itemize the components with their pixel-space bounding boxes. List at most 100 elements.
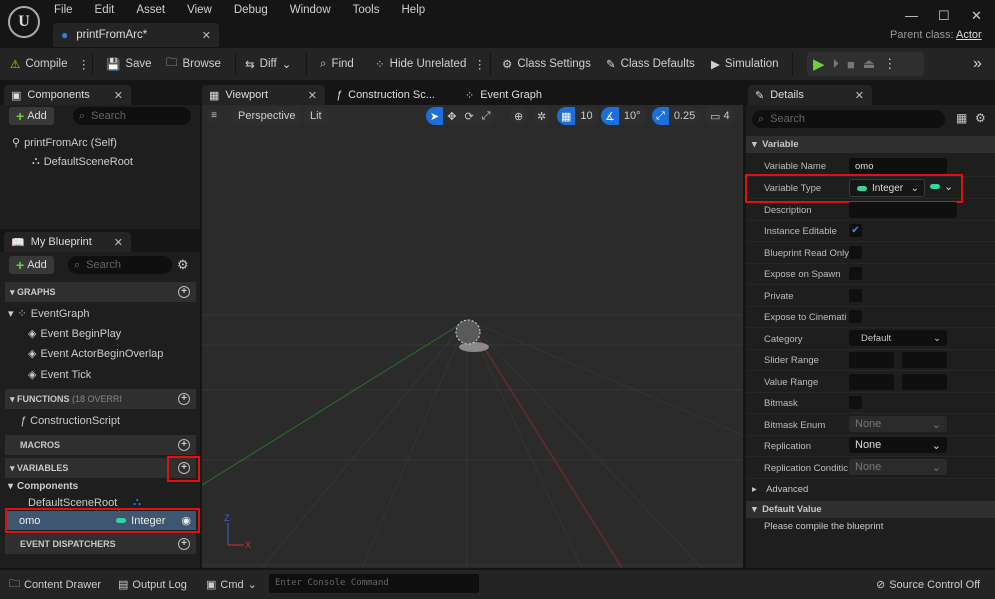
select-icon[interactable]: ➤ [426,107,444,125]
expose-to-cinematics-checkbox[interactable] [849,310,862,323]
event-graph-item[interactable]: ▾ ⁘ EventGraph [8,307,89,321]
tab-event-graph[interactable]: ⁘ Event Graph [458,85,568,105]
menu-help[interactable]: Help [402,4,426,16]
eject-icon[interactable]: ⏏ [863,56,875,72]
rotate-icon[interactable]: ⟳ [460,110,477,123]
expand-toolbar-icon[interactable]: » [973,48,982,80]
diff-button[interactable]: ⇆ Diff ⌄ [245,48,291,80]
blueprint-read-only-checkbox[interactable] [849,246,862,259]
parent-class-link[interactable]: Actor [956,29,982,41]
component-default-scene-root[interactable]: ⛬ DefaultSceneRoot [32,155,133,168]
menu-asset[interactable]: Asset [136,4,165,16]
construction-script-item[interactable]: ƒ ConstructionScript [20,415,120,427]
close-icon[interactable]: ✕ [114,236,123,249]
table-view-icon[interactable]: ▦ [956,111,967,125]
content-drawer-button[interactable]: 🗀 Content Drawer [9,570,101,599]
add-macro-icon[interactable]: + [178,439,190,451]
event-item[interactable]: ◈ Event ActorBeginOverlap [28,347,163,361]
grid-snap[interactable]: ▦ 10 [557,107,598,125]
menu-window[interactable]: Window [290,4,331,16]
hide-unrelated-button[interactable]: ⁘ Hide Unrelated [375,48,466,80]
play-options-icon[interactable]: ⋮ [883,56,896,72]
bitmask-checkbox[interactable] [849,396,862,409]
event-item[interactable]: ◈ Event Tick [28,368,91,382]
save-button[interactable]: 💾 Save [106,48,152,80]
my-blueprint-search-input[interactable]: ⌕ Search [68,256,172,274]
tab-viewport[interactable]: ▦ Viewport ✕ [202,85,325,105]
surface-snap-icon[interactable]: ⊕ [510,107,528,125]
description-input[interactable] [849,202,957,218]
section-advanced[interactable]: ▸ Advanced [746,481,995,498]
add-graph-icon[interactable]: + [178,286,190,298]
event-item[interactable]: ◈ Event BeginPlay [28,327,121,341]
play-icon[interactable]: ▶ [813,55,825,73]
settings-gear-icon[interactable]: ⚙ [975,111,986,125]
bitmask-enum-dropdown[interactable]: None ⌄ [849,416,947,432]
section-variable[interactable]: ▾ Variable [746,136,995,153]
slider-range-max-input[interactable] [902,352,947,368]
tab-my-blueprint[interactable]: 📖 My Blueprint ✕ [4,232,131,252]
add-function-icon[interactable]: + [178,393,190,405]
components-search-input[interactable]: ⌕ Search [73,107,191,125]
translate-icon[interactable]: ✥ [443,110,460,123]
section-functions[interactable]: ▾ FUNCTIONS (18 OVERRI + [5,389,196,409]
simulation-button[interactable]: ▶ Simulation [711,48,779,80]
minimize-icon[interactable]: — [905,8,918,23]
add-dispatcher-icon[interactable]: + [178,538,190,550]
scale-snap[interactable]: ⤢ 0.25 [652,107,701,125]
expose-on-spawn-checkbox[interactable] [849,267,862,280]
close-icon[interactable]: ✕ [855,89,864,102]
variable-name-input[interactable]: omo [849,158,947,174]
step-icon[interactable]: ⏵ [833,56,840,72]
close-icon[interactable]: ✕ [114,89,123,102]
add-member-button[interactable]: + Add [9,256,54,274]
add-component-button[interactable]: + Add [9,107,54,125]
menu-debug[interactable]: Debug [234,4,268,16]
instance-editable-checkbox[interactable]: ✔ [849,224,862,237]
compile-options-icon[interactable]: ⋮ [78,48,90,80]
more-options-icon[interactable]: ⋮ [474,48,486,80]
compile-button[interactable]: ⚠ Compile [10,48,68,80]
cmd-dropdown[interactable]: ▣ Cmd ⌄ [206,570,257,599]
viewport-menu-icon[interactable]: ≡ [207,109,221,123]
document-tab[interactable]: ● printFromArc* ✕ [53,23,219,47]
tab-construction-script[interactable]: ƒ Construction Sc... [329,85,447,105]
find-button[interactable]: ⌕ Find [320,48,354,80]
stop-icon[interactable]: ■ [847,57,855,72]
tab-details[interactable]: ✎ Details ✕ [748,85,872,105]
close-window-icon[interactable]: ✕ [971,8,982,24]
close-tab-icon[interactable]: ✕ [202,29,211,42]
section-macros[interactable]: MACROS + [5,435,196,455]
unreal-logo[interactable]: U [8,6,40,38]
close-icon[interactable]: ✕ [308,89,317,102]
rotation-snap[interactable]: ∡ 10° [601,107,646,125]
output-log-button[interactable]: ▤ Output Log [118,570,187,599]
camera-speed[interactable]: ▭ 4 [705,107,735,125]
details-search-input[interactable]: ⌕ Search [752,110,945,128]
class-settings-button[interactable]: ⚙ Class Settings [502,48,591,80]
menu-file[interactable]: File [54,4,73,16]
category-dropdown[interactable]: Default ⌄ [849,330,947,346]
menu-tools[interactable]: Tools [353,4,380,16]
value-range-max-input[interactable] [902,374,947,390]
variable-category-components[interactable]: ▾ Components [8,481,78,492]
settings-gear-icon[interactable]: ⚙ [177,257,189,273]
browse-button[interactable]: 🗀 Browse [166,48,221,80]
source-control-button[interactable]: ⊘ Source Control Off [876,570,980,599]
class-defaults-button[interactable]: ✎ Class Defaults [606,48,695,80]
scale-icon[interactable]: ⤢ [478,110,495,123]
menu-view[interactable]: View [187,4,212,16]
tab-components[interactable]: ▣ Components ✕ [4,85,131,105]
component-self[interactable]: ⚲ printFromArc (Self) [12,136,117,150]
menu-edit[interactable]: Edit [95,4,115,16]
replication-dropdown[interactable]: None ⌄ [849,437,947,453]
section-graphs[interactable]: ▾ GRAPHS + [5,282,196,302]
perspective-button[interactable]: Perspective [231,107,303,125]
console-command-input[interactable]: Enter Console Command [269,574,479,593]
section-default-value[interactable]: ▾ Default Value [746,501,995,518]
replication-condition-dropdown[interactable]: None ⌄ [849,459,947,475]
viewport-scene[interactable]: Z X [202,105,743,568]
local-world-icon[interactable]: ✲ [533,107,551,125]
section-event-dispatchers[interactable]: EVENT DISPATCHERS + [5,534,196,554]
slider-range-min-input[interactable] [849,352,894,368]
